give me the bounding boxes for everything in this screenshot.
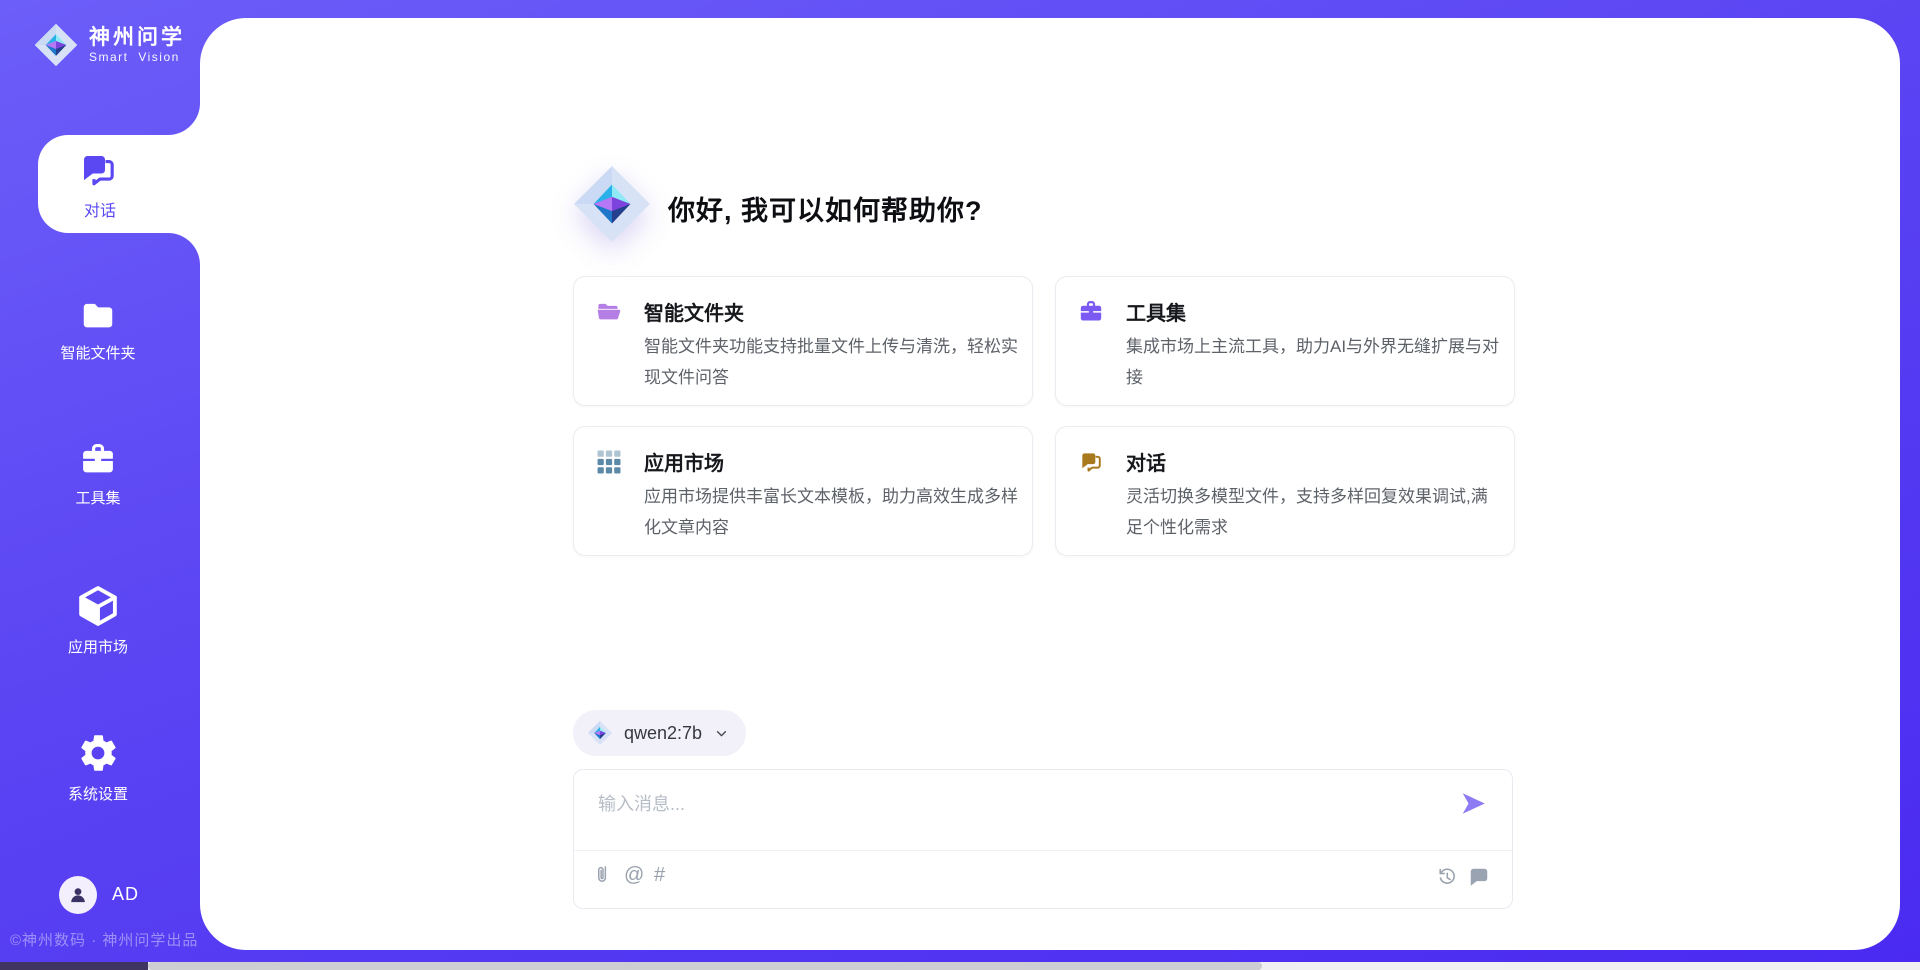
paperclip-icon[interactable]: [594, 864, 616, 886]
sidebar-item-toolset[interactable]: 工具集: [0, 441, 196, 508]
card-description: 应用市场提供丰富长文本模板，助力高效生成多样化文章内容: [644, 481, 1020, 543]
model-selector[interactable]: qwen2:7b: [573, 710, 746, 756]
brand-subtitle: Smart Vision: [89, 50, 185, 64]
brand-logo: 神州问学 Smart Vision: [33, 22, 185, 68]
briefcase-icon: [1078, 299, 1104, 325]
card-app-market[interactable]: 应用市场 应用市场提供丰富长文本模板，助力高效生成多样化文章内容: [573, 426, 1033, 556]
greeting-title: 你好, 我可以如何帮助你?: [668, 189, 983, 228]
sidebar-item-app-market-label: 应用市场: [0, 636, 196, 657]
user-avatar-icon: [67, 884, 89, 906]
history-icon[interactable]: [1436, 866, 1458, 888]
card-title: 工具集: [1126, 297, 1186, 326]
horizontal-scrollbar: [0, 962, 1920, 970]
card-smart-folder[interactable]: 智能文件夹 智能文件夹功能支持批量文件上传与清洗，轻松实现文件问答: [573, 276, 1033, 406]
sidebar-item-chat-label[interactable]: 对话: [38, 197, 162, 221]
card-title: 应用市场: [644, 447, 724, 476]
folder-icon: [0, 296, 196, 334]
card-chat[interactable]: 对话 灵活切换多模型文件，支持多样回复效果调试,满足个性化需求: [1055, 426, 1515, 556]
sidebar-item-smart-folder-label: 智能文件夹: [0, 342, 196, 363]
chevron-down-icon: [713, 725, 730, 742]
briefcase-icon: [0, 441, 196, 479]
sidebar-item-toolset-label: 工具集: [0, 487, 196, 508]
user-initials: AD: [112, 884, 139, 905]
card-title: 智能文件夹: [644, 297, 744, 326]
card-description: 集成市场上主流工具，助力AI与外界无缝扩展与对接: [1126, 331, 1502, 393]
composer-divider: [574, 850, 1512, 851]
sidebar-item-settings-label: 系统设置: [0, 783, 196, 804]
sidebar-item-settings[interactable]: 系统设置: [0, 731, 196, 804]
message-input[interactable]: [596, 784, 1420, 824]
user-avatar[interactable]: [59, 876, 97, 914]
cube-icon: [0, 584, 196, 628]
folder-open-icon: [596, 299, 622, 325]
send-icon[interactable]: [1460, 790, 1487, 817]
card-description: 智能文件夹功能支持批量文件上传与清洗，轻松实现文件问答: [644, 331, 1020, 393]
message-composer: @ #: [573, 769, 1513, 909]
model-selector-value: qwen2:7b: [624, 723, 702, 744]
diamond-logo-icon: [33, 22, 79, 68]
card-description: 灵活切换多模型文件，支持多样回复效果调试,满足个性化需求: [1126, 481, 1502, 543]
hash-icon[interactable]: #: [654, 864, 665, 886]
scrollbar-thumb[interactable]: [148, 962, 1262, 970]
app-root: 神州问学 Smart Vision 对话 智能文件夹 工具集 应用市场 系: [0, 0, 1920, 970]
copyright-text: ©神州数码 · 神州问学出品: [10, 929, 198, 950]
sidebar-item-chat[interactable]: [77, 149, 119, 191]
active-tab-background: [38, 103, 200, 265]
grid-icon: [596, 449, 622, 475]
card-title: 对话: [1126, 447, 1166, 476]
at-icon[interactable]: @: [624, 864, 644, 886]
sidebar-item-app-market[interactable]: 应用市场: [0, 584, 196, 657]
card-toolset[interactable]: 工具集 集成市场上主流工具，助力AI与外界无缝扩展与对接: [1055, 276, 1515, 406]
scrollbar-corner: [0, 962, 148, 970]
chat-icon: [77, 149, 119, 191]
chat-bubble-icon[interactable]: [1468, 866, 1490, 888]
chat-icon: [1078, 449, 1104, 475]
brand-name: 神州问学: [89, 26, 185, 50]
sidebar-item-smart-folder[interactable]: 智能文件夹: [0, 296, 196, 363]
hero-diamond-logo-icon: [571, 163, 653, 245]
gear-icon: [0, 731, 196, 775]
diamond-logo-icon: [587, 720, 613, 746]
